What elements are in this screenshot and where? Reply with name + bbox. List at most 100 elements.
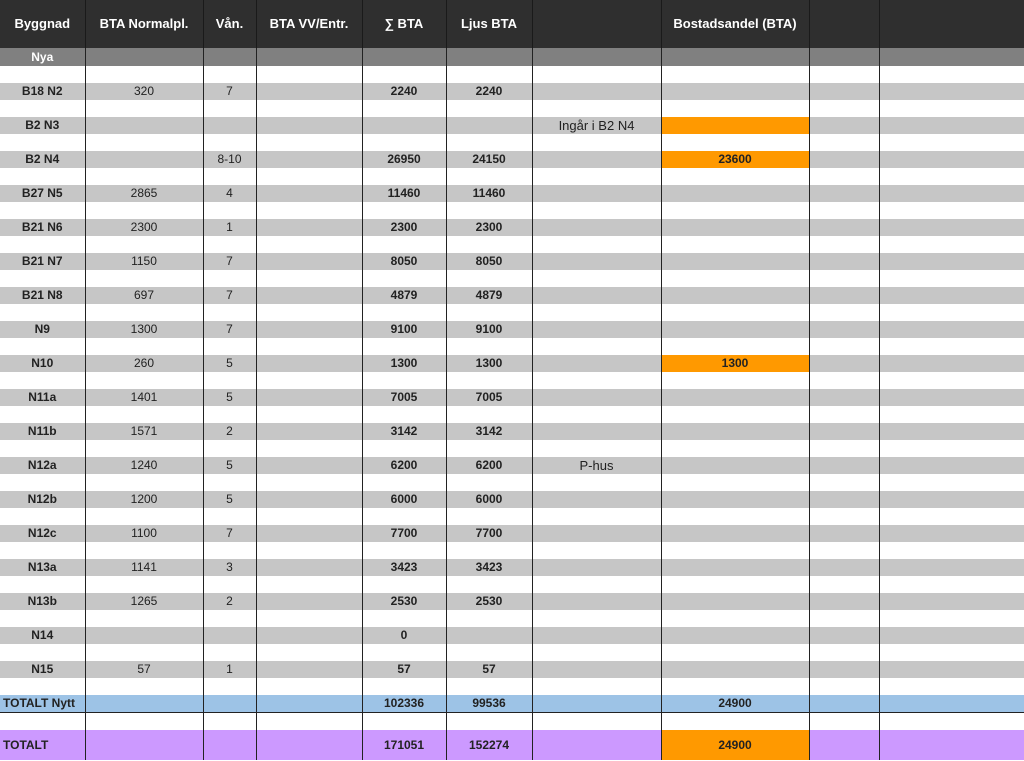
cell[interactable] (809, 389, 880, 406)
cell-byggnad[interactable]: B21 N8 (0, 287, 86, 304)
cell[interactable] (85, 695, 204, 713)
cell-bta-normal[interactable]: 1401 (85, 389, 204, 406)
cell-note[interactable] (532, 661, 662, 678)
cell[interactable] (256, 270, 363, 287)
cell-bta-vv[interactable] (256, 355, 363, 372)
cell[interactable] (879, 525, 1024, 542)
cell-bta-normal[interactable]: 697 (85, 287, 204, 304)
cell[interactable] (879, 661, 1024, 678)
cell[interactable] (0, 270, 86, 287)
cell[interactable] (256, 730, 363, 760)
cell-bta-normal[interactable]: 1100 (85, 525, 204, 542)
cell-byggnad[interactable]: B21 N6 (0, 219, 86, 236)
cell-bta-vv[interactable] (256, 627, 363, 644)
cell-van[interactable]: 4 (203, 185, 257, 202)
cell-sum-bta[interactable]: 3423 (362, 559, 447, 576)
cell-sum-bta[interactable]: 2530 (362, 593, 447, 610)
cell-bta-normal[interactable]: 1200 (85, 491, 204, 508)
cell[interactable] (879, 730, 1024, 760)
cell[interactable] (532, 48, 662, 66)
cell[interactable] (256, 100, 363, 117)
cell[interactable] (85, 66, 204, 83)
cell[interactable] (661, 304, 810, 321)
cell-ljus-bta[interactable]: 3142 (446, 423, 533, 440)
cell-bta-vv[interactable] (256, 491, 363, 508)
cell-bta-vv[interactable] (256, 117, 363, 134)
totalt-label[interactable]: TOTALT (0, 730, 86, 760)
cell-bta-vv[interactable] (256, 321, 363, 338)
cell[interactable] (809, 730, 880, 760)
cell-note[interactable]: P-hus (532, 457, 662, 474)
cell-bta-normal[interactable] (85, 627, 204, 644)
cell[interactable] (661, 236, 810, 253)
cell[interactable] (446, 168, 533, 185)
cell[interactable] (661, 440, 810, 457)
cell[interactable] (446, 406, 533, 423)
cell[interactable] (532, 678, 662, 695)
cell-note[interactable] (532, 627, 662, 644)
cell-bostad[interactable] (661, 627, 810, 644)
cell-bta-vv[interactable] (256, 559, 363, 576)
cell-bta-vv[interactable] (256, 151, 363, 168)
cell[interactable] (879, 338, 1024, 355)
cell[interactable] (809, 219, 880, 236)
cell[interactable] (809, 202, 880, 219)
cell[interactable] (809, 525, 880, 542)
cell[interactable] (0, 440, 86, 457)
cell-bta-normal[interactable]: 320 (85, 83, 204, 100)
cell[interactable] (446, 644, 533, 661)
cell-ljus-bta[interactable]: 2530 (446, 593, 533, 610)
cell[interactable] (879, 100, 1024, 117)
cell[interactable] (256, 576, 363, 593)
cell[interactable] (362, 542, 447, 559)
cell[interactable] (661, 168, 810, 185)
cell[interactable] (809, 661, 880, 678)
cell[interactable] (256, 508, 363, 525)
cell[interactable] (446, 576, 533, 593)
cell[interactable] (85, 202, 204, 219)
cell[interactable] (532, 304, 662, 321)
cell-ljus-bta[interactable]: 24150 (446, 151, 533, 168)
cell[interactable] (879, 457, 1024, 474)
cell-byggnad[interactable]: N15 (0, 661, 86, 678)
cell-bostad[interactable] (661, 593, 810, 610)
cell[interactable] (203, 372, 257, 389)
cell[interactable] (532, 134, 662, 151)
cell-sum-bta[interactable]: 3142 (362, 423, 447, 440)
cell-note[interactable] (532, 287, 662, 304)
section-label[interactable]: Nya (0, 48, 86, 66)
cell[interactable] (446, 338, 533, 355)
header-sum-bta[interactable]: ∑ BTA (362, 0, 447, 48)
cell-sum-bta[interactable]: 7005 (362, 389, 447, 406)
cell-ljus-bta[interactable] (446, 117, 533, 134)
cell[interactable] (85, 134, 204, 151)
cell[interactable] (879, 508, 1024, 525)
cell-bta-vv[interactable] (256, 389, 363, 406)
cell[interactable] (446, 610, 533, 627)
header-bostad[interactable]: Bostadsandel (BTA) (661, 0, 810, 48)
cell[interactable] (362, 712, 447, 730)
cell[interactable] (809, 678, 880, 695)
cell-van[interactable]: 7 (203, 253, 257, 270)
cell[interactable] (362, 508, 447, 525)
cell[interactable] (446, 236, 533, 253)
cell-sum-bta[interactable]: 0 (362, 627, 447, 644)
cell[interactable] (0, 236, 86, 253)
cell[interactable] (0, 576, 86, 593)
cell-bta-normal[interactable] (85, 117, 204, 134)
cell[interactable] (879, 253, 1024, 270)
cell[interactable] (85, 236, 204, 253)
cell[interactable] (203, 270, 257, 287)
cell-bta-normal[interactable]: 1571 (85, 423, 204, 440)
cell-van[interactable]: 5 (203, 355, 257, 372)
cell-bta-normal[interactable]: 2865 (85, 185, 204, 202)
cell[interactable] (256, 695, 363, 713)
cell[interactable] (879, 440, 1024, 457)
cell[interactable] (85, 100, 204, 117)
cell[interactable] (256, 168, 363, 185)
cell-bostad[interactable]: 1300 (661, 355, 810, 372)
cell[interactable] (256, 66, 363, 83)
cell-note[interactable] (532, 491, 662, 508)
cell-ljus-bta[interactable]: 4879 (446, 287, 533, 304)
cell[interactable] (661, 644, 810, 661)
